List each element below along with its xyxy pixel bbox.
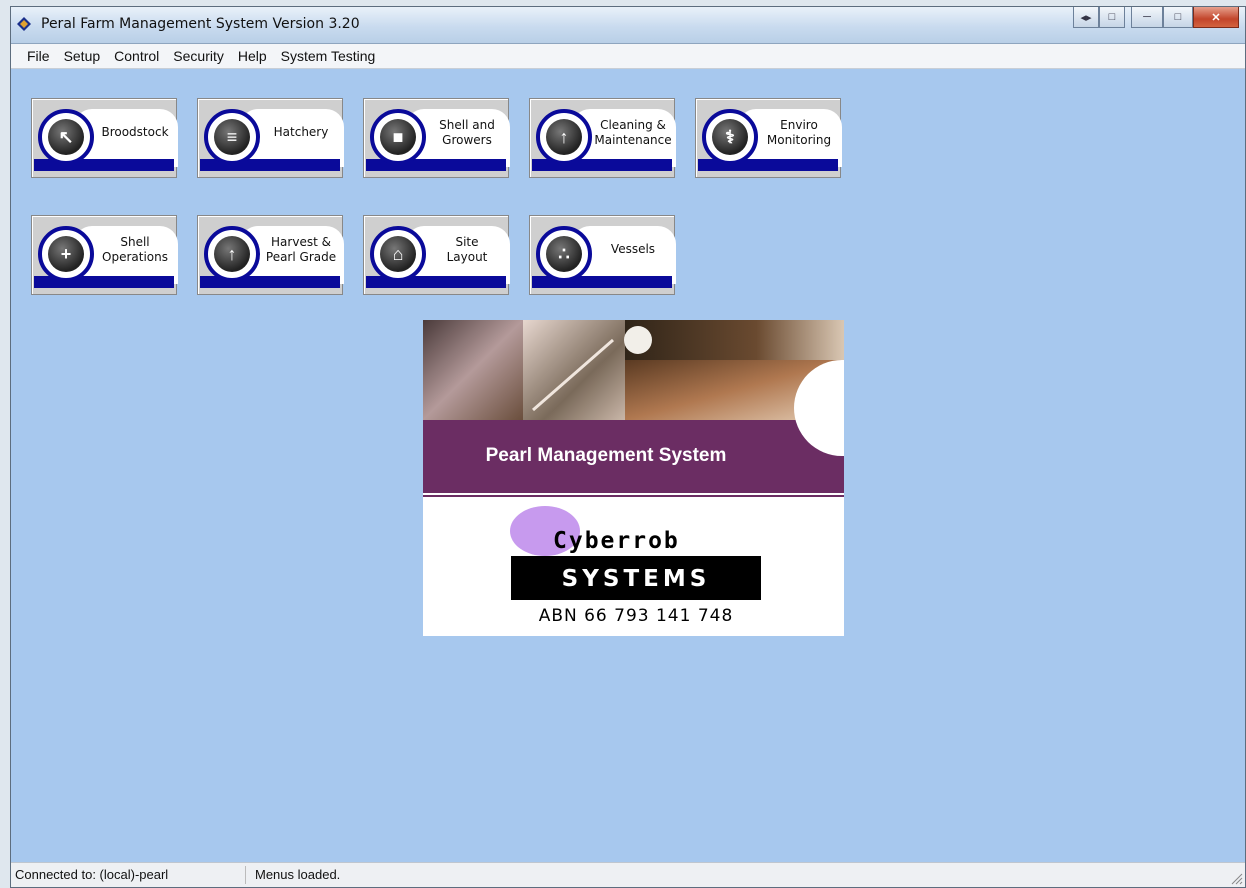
module-label-line1: Cleaning & xyxy=(600,118,666,132)
icon-glyph: ■ xyxy=(380,119,416,155)
module-label-line2: Layout xyxy=(446,250,488,264)
module-label: Shell Operations xyxy=(94,235,176,265)
module-label: Cleaning & Maintenance xyxy=(592,118,674,148)
maximize-button[interactable]: □ xyxy=(1163,7,1193,28)
main-window: Peral Farm Management System Version 3.2… xyxy=(10,6,1246,888)
module-button-enviro[interactable]: ⚕ Enviro Monitoring xyxy=(695,98,842,178)
status-connection: Connected to: (local)-pearl xyxy=(11,866,246,884)
module-label-line1: Site xyxy=(455,235,479,249)
icon-glyph: ⌂ xyxy=(380,236,416,272)
status-message: Menus loaded. xyxy=(255,867,341,882)
menu-file[interactable]: File xyxy=(27,48,50,64)
module-label: Broodstock xyxy=(101,125,169,139)
menu-control[interactable]: Control xyxy=(114,48,159,64)
status-bar: Connected to: (local)-pearl Menus loaded… xyxy=(11,862,1245,887)
module-label-line1: Enviro xyxy=(780,118,818,132)
site-houses-icon: ⌂ xyxy=(370,226,426,282)
menu-help[interactable]: Help xyxy=(238,48,267,64)
window-title: Peral Farm Management System Version 3.2… xyxy=(41,16,360,32)
module-label: Enviro Monitoring xyxy=(758,118,840,148)
module-button-cleaning[interactable]: ↑ Cleaning & Maintenance xyxy=(529,98,676,178)
company-logo-box: SYSTEMS xyxy=(511,556,761,600)
restore-doc-icon[interactable]: □ xyxy=(1099,7,1125,28)
resize-grip-icon[interactable] xyxy=(1229,871,1243,885)
menu-system-testing[interactable]: System Testing xyxy=(281,48,376,64)
module-button-harvest[interactable]: ↑ Harvest & Pearl Grade xyxy=(197,215,344,295)
icon-glyph: + xyxy=(48,236,84,272)
module-button-shell[interactable]: + Shell Operations xyxy=(31,215,178,295)
company-abn: ABN 66 793 141 748 xyxy=(538,606,734,626)
nav-arrows-icon[interactable]: ◂▸ xyxy=(1073,7,1099,28)
menu-setup[interactable]: Setup xyxy=(64,48,101,64)
module-label: Vessels xyxy=(610,242,656,256)
module-label-line2: Monitoring xyxy=(766,133,832,147)
module-desktop: ↖ Broodstock ≡ Hatchery ■ Shell and Growers ↑ Cl… xyxy=(11,69,1245,863)
truck-icon: ■ xyxy=(370,109,426,165)
icon-glyph: ↖ xyxy=(48,119,84,155)
icon-glyph: ≡ xyxy=(214,119,250,155)
module-label-line2: Growers xyxy=(442,133,492,147)
menu-bar: File Setup Control Security Help System Testi… xyxy=(11,44,1245,69)
module-label: Harvest & Pearl Grade xyxy=(260,235,342,265)
close-button[interactable]: ✕ xyxy=(1193,7,1239,28)
module-label: Shell and Growers xyxy=(426,118,508,148)
splash-divider xyxy=(423,495,844,497)
module-button-site[interactable]: ⌂ Site Layout xyxy=(363,215,510,295)
menu-security[interactable]: Security xyxy=(173,48,224,64)
upload-shell-icon: ↑ xyxy=(204,226,260,282)
module-label-line2: Pearl Grade xyxy=(265,250,337,264)
title-bar[interactable]: Peral Farm Management System Version 3.2… xyxy=(11,7,1245,44)
minimize-button[interactable]: ─ xyxy=(1131,7,1163,28)
module-label-line2: Operations xyxy=(102,250,168,264)
caption-buttons: ◂▸ □ ─ □ ✕ xyxy=(1073,7,1239,29)
module-button-broodstock[interactable]: ↖ Broodstock xyxy=(31,98,178,178)
module-button-shell-and[interactable]: ■ Shell and Growers xyxy=(363,98,510,178)
module-label: Site Layout xyxy=(426,235,508,265)
icon-glyph: ∴ xyxy=(546,236,582,272)
company-logo-word: Cyberrob xyxy=(553,528,680,554)
module-label: Hatchery xyxy=(273,125,329,139)
module-button-vessels[interactable]: ∴ Vessels xyxy=(529,215,676,295)
pearl-photo-collage xyxy=(423,320,844,420)
module-label-line1: Shell xyxy=(120,235,150,249)
splash-logo-panel: Pearl Management System Cyberrob SYSTEMS… xyxy=(423,320,844,636)
module-button-hatchery[interactable]: ≡ Hatchery xyxy=(197,98,344,178)
microscope-icon: ⚕ xyxy=(702,109,758,165)
icon-glyph: ↑ xyxy=(546,119,582,155)
icon-glyph: ↑ xyxy=(214,236,250,272)
module-label-line2: Maintenance xyxy=(594,133,672,147)
splash-title: Pearl Management System xyxy=(485,445,727,466)
app-diamond-icon xyxy=(17,17,31,31)
plus-shell-icon: + xyxy=(38,226,94,282)
icon-glyph: ⚕ xyxy=(712,119,748,155)
module-label-line1: Harvest & xyxy=(271,235,331,249)
diver-icon: ↖ xyxy=(38,109,94,165)
vessel-icon: ∴ xyxy=(536,226,592,282)
basket-icon: ≡ xyxy=(204,109,260,165)
upload-shell-icon: ↑ xyxy=(536,109,592,165)
module-label-line1: Shell and xyxy=(439,118,495,132)
